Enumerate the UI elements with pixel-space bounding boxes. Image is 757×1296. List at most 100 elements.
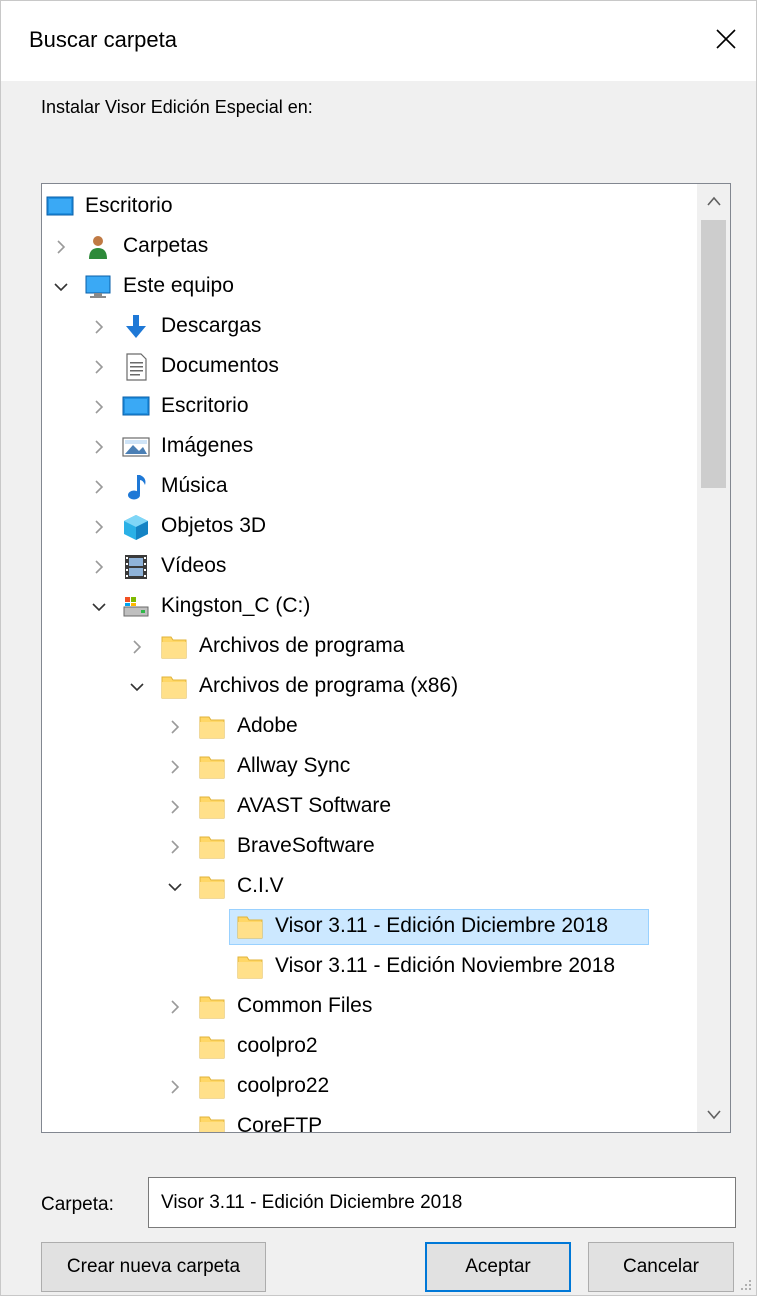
tree-item[interactable]: Carpetas	[42, 227, 699, 267]
tree-item-label: Música	[161, 474, 228, 497]
tree-item[interactable]: Este equipo	[42, 267, 699, 307]
folder-icon	[197, 712, 227, 742]
tree-item-label: CoreFTP	[237, 1114, 323, 1132]
tree-item[interactable]: coolpro22	[42, 1067, 699, 1107]
chevron-right-icon[interactable]	[129, 639, 145, 655]
ok-button[interactable]: Aceptar	[425, 1242, 571, 1292]
computer-icon	[83, 272, 113, 302]
tree-item[interactable]: AVAST Software	[42, 787, 699, 827]
resize-grip-icon[interactable]	[738, 1277, 752, 1291]
tree-item[interactable]: Visor 3.11 - Edición Diciembre 2018	[42, 907, 699, 947]
chevron-up-icon	[706, 196, 721, 206]
chevron-right-icon[interactable]	[91, 319, 107, 335]
film-icon	[121, 552, 151, 582]
chevron-right-icon[interactable]	[91, 559, 107, 575]
tree-item[interactable]: Escritorio	[42, 187, 699, 227]
chevron-right-icon[interactable]	[91, 479, 107, 495]
chevron-right-icon[interactable]	[53, 239, 69, 255]
chevron-down-icon[interactable]	[91, 599, 107, 615]
chevron-right-icon[interactable]	[91, 359, 107, 375]
tree-item-label: Archivos de programa	[199, 634, 405, 657]
tree-item-label: Descargas	[161, 314, 262, 337]
chevron-right-icon[interactable]	[167, 1079, 183, 1095]
dialog-title: Buscar carpeta	[29, 27, 177, 52]
tree-item-label: coolpro22	[237, 1074, 330, 1097]
chevron-right-icon[interactable]	[167, 839, 183, 855]
tree-item-label: BraveSoftware	[237, 834, 375, 857]
folder-icon	[197, 752, 227, 782]
chevron-right-icon[interactable]	[91, 439, 107, 455]
tree-item[interactable]: C.I.V	[42, 867, 699, 907]
tree-item[interactable]: Documentos	[42, 347, 699, 387]
chevron-right-icon[interactable]	[167, 999, 183, 1015]
tree-item[interactable]: Archivos de programa (x86)	[42, 667, 699, 707]
tree-item[interactable]: Kingston_C (C:)	[42, 587, 699, 627]
tree-item[interactable]: Visor 3.11 - Edición Noviembre 2018	[42, 947, 699, 987]
folder-tree-list: Escritorio Carpetas Este equipo Descargas Do…	[42, 184, 699, 1132]
folder-icon	[159, 632, 189, 662]
folder-icon	[197, 1072, 227, 1102]
tree-item-label: Common Files	[237, 994, 373, 1017]
chevron-down-icon[interactable]	[53, 279, 69, 295]
tree-item-label: Visor 3.11 - Edición Noviembre 2018	[275, 954, 616, 977]
folder-icon	[197, 792, 227, 822]
tree-item[interactable]: Descargas	[42, 307, 699, 347]
chevron-down-icon[interactable]	[167, 879, 183, 895]
folder-icon	[235, 952, 265, 982]
tree-item-label: AVAST Software	[237, 794, 392, 817]
tree-item-label: Adobe	[237, 714, 298, 737]
tree-item-label: Imágenes	[161, 434, 254, 457]
chevron-down-icon[interactable]	[129, 679, 145, 695]
tree-item-label: Visor 3.11 - Edición Diciembre 2018	[275, 914, 609, 937]
instruction-text: Instalar Visor Edición Especial en:	[41, 97, 313, 117]
close-button[interactable]	[696, 9, 756, 69]
tree-item[interactable]: Escritorio	[42, 387, 699, 427]
chevron-right-icon[interactable]	[91, 519, 107, 535]
tree-item-label: coolpro2	[237, 1034, 318, 1057]
folder-name-input[interactable]	[148, 1177, 736, 1228]
tree-item[interactable]: coolpro2	[42, 1027, 699, 1067]
tree-item[interactable]: Imágenes	[42, 427, 699, 467]
music-note-icon	[121, 472, 151, 502]
desktop-icon	[45, 192, 75, 222]
tree-item-label: Vídeos	[161, 554, 227, 577]
tree-item[interactable]: Vídeos	[42, 547, 699, 587]
close-icon	[716, 29, 736, 49]
chevron-right-icon[interactable]	[167, 759, 183, 775]
cube-3d-icon	[121, 512, 151, 542]
chevron-right-icon[interactable]	[91, 399, 107, 415]
folder-icon	[197, 832, 227, 862]
browse-folder-dialog: Buscar carpeta Instalar Visor Edición Es…	[0, 0, 757, 1296]
chevron-right-icon[interactable]	[167, 719, 183, 735]
folder-icon	[197, 872, 227, 902]
tree-item[interactable]: Allway Sync	[42, 747, 699, 787]
new-folder-button[interactable]: Crear nueva carpeta	[41, 1242, 266, 1292]
scrollbar-thumb[interactable]	[701, 220, 726, 488]
scroll-up-button[interactable]	[697, 184, 730, 218]
vertical-scrollbar[interactable]	[697, 184, 730, 1132]
folder-icon	[235, 912, 265, 942]
tree-item-label: Archivos de programa (x86)	[199, 674, 459, 697]
cancel-button[interactable]: Cancelar	[588, 1242, 734, 1292]
tree-item[interactable]: CoreFTP	[42, 1107, 699, 1132]
tree-item-label: Escritorio	[85, 194, 173, 217]
chevron-right-icon[interactable]	[167, 799, 183, 815]
tree-item[interactable]: Archivos de programa	[42, 627, 699, 667]
tree-item[interactable]: Objetos 3D	[42, 507, 699, 547]
tree-item[interactable]: Common Files	[42, 987, 699, 1027]
pictures-icon	[121, 432, 151, 462]
scroll-down-button[interactable]	[697, 1098, 730, 1132]
tree-item[interactable]: Adobe	[42, 707, 699, 747]
tree-item[interactable]: Música	[42, 467, 699, 507]
folder-icon	[159, 672, 189, 702]
folder-field-label: Carpeta:	[41, 1194, 114, 1215]
tree-item-label: Carpetas	[123, 234, 209, 257]
chevron-down-icon	[706, 1110, 721, 1120]
folder-icon	[197, 992, 227, 1022]
document-icon	[121, 352, 151, 382]
folder-icon	[197, 1112, 227, 1132]
tree-item[interactable]: BraveSoftware	[42, 827, 699, 867]
tree-item-label: Objetos 3D	[161, 514, 267, 537]
folder-tree[interactable]: Escritorio Carpetas Este equipo Descargas Do…	[41, 183, 731, 1133]
desktop-icon	[121, 392, 151, 422]
